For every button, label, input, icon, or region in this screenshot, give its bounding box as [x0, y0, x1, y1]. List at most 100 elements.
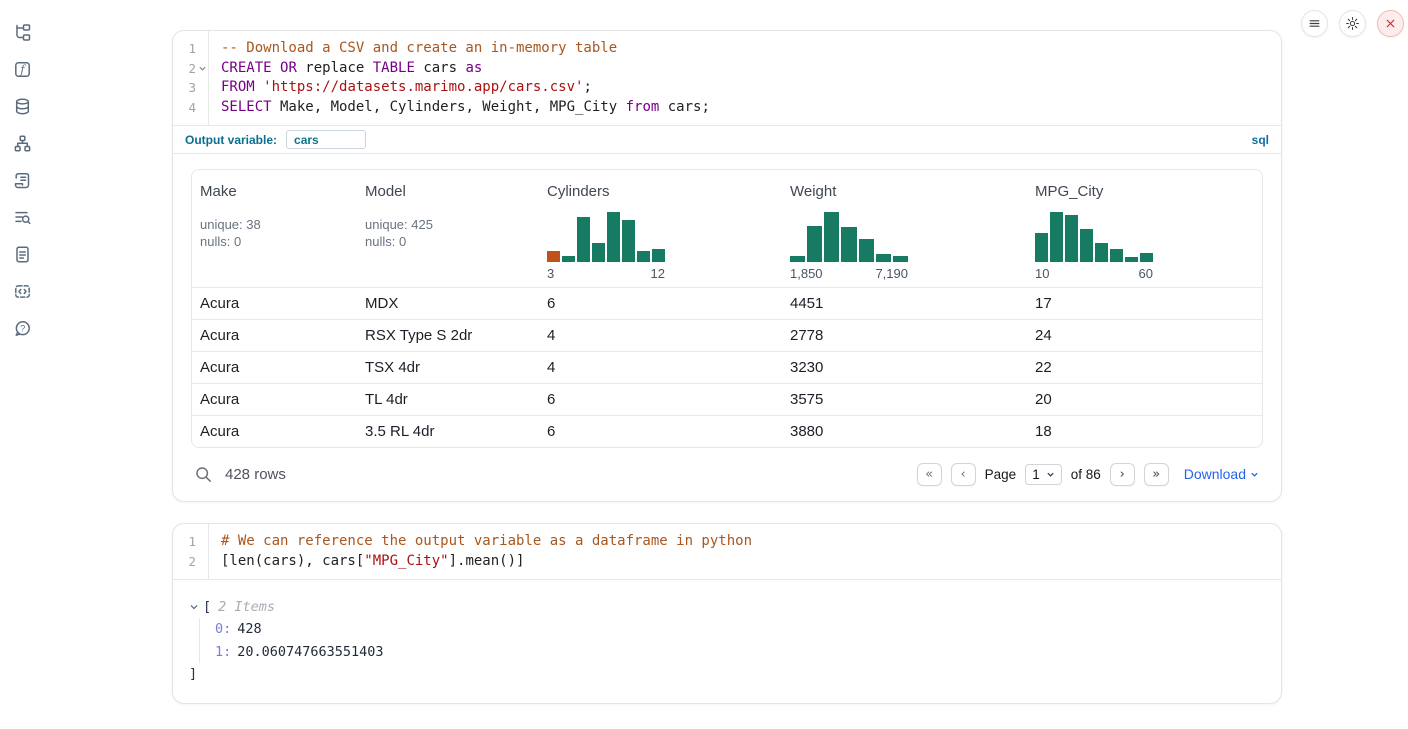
histogram-bar	[1035, 233, 1048, 262]
table-cell: TSX 4dr	[357, 352, 539, 383]
table-cell: Acura	[192, 352, 357, 383]
sidebar-file-tree-button[interactable]	[12, 22, 32, 42]
column-histogram: 312	[547, 209, 665, 281]
sidebar-snippets-button[interactable]	[12, 281, 32, 301]
table-cell: 24	[1027, 320, 1262, 351]
histogram-bar	[562, 256, 575, 262]
svg-text:?: ?	[20, 323, 25, 333]
python-cell-output: [ 2 Items 0:4281:20.060747663551403 ]	[173, 579, 1281, 703]
column-histogram: 1,8507,190	[790, 209, 908, 281]
column-header-cylinders[interactable]: Cylinders312	[539, 183, 782, 281]
sidebar-variables-button[interactable]: f	[12, 59, 32, 79]
python-code-editor[interactable]: 12 # We can reference the output variabl…	[173, 524, 1281, 579]
table-search-button[interactable]	[195, 466, 212, 483]
data-table: Make unique: 38nulls: 0Modelunique: 425nu…	[191, 169, 1263, 448]
histogram-bar	[824, 212, 839, 262]
line-number: 1	[173, 39, 208, 59]
histogram-bar	[1095, 243, 1108, 262]
tree-close-bracket: ]	[189, 663, 1265, 685]
output-variable-input[interactable]	[286, 130, 366, 149]
table-cell: 4	[539, 320, 782, 351]
sql-code-editor[interactable]: 1234 -- Download a CSV and create an in-…	[173, 31, 1281, 125]
list-search-icon	[13, 208, 32, 227]
histogram-bars	[790, 209, 908, 262]
previous-page-button[interactable]: ‹	[951, 463, 976, 486]
datasources-icon	[13, 97, 32, 116]
menu-button[interactable]	[1301, 10, 1328, 37]
sidebar-datasources-button[interactable]	[12, 96, 32, 116]
tree-entry: 1:20.060747663551403	[215, 641, 1265, 664]
column-header-mpg_city[interactable]: MPG_City1060	[1027, 183, 1262, 281]
table-cell: RSX Type S 2dr	[357, 320, 539, 351]
table-footer: 428 rows « ‹ Page 1 of 86 › » Download	[191, 461, 1263, 487]
column-name: Weight	[790, 183, 1019, 200]
svg-text:f: f	[19, 63, 26, 76]
page-label: Page	[985, 467, 1017, 482]
column-header-model[interactable]: Modelunique: 425nulls: 0	[357, 183, 539, 281]
column-header-make[interactable]: Make unique: 38nulls: 0	[192, 183, 357, 281]
sidebar-dependency-graph-button[interactable]	[12, 133, 32, 153]
histogram-bar	[893, 256, 908, 262]
python-cell: 12 # We can reference the output variabl…	[172, 523, 1282, 704]
sidebar-help-button[interactable]: ?	[12, 318, 32, 338]
documentation-icon	[13, 245, 32, 264]
column-stats: unique: 38nulls: 0	[200, 217, 349, 250]
settings-gear-icon	[1345, 16, 1360, 31]
histogram-bar	[1050, 212, 1063, 262]
histogram-bar	[547, 251, 560, 262]
tree-collapse-chevron-icon[interactable]	[189, 602, 199, 612]
table-cell: 3880	[782, 416, 1027, 447]
column-name: MPG_City	[1035, 183, 1254, 200]
tree-entry-value: 428	[237, 621, 261, 637]
table-row: Acura3.5 RL 4dr6388018	[192, 415, 1262, 447]
sidebar-documentation-button[interactable]	[12, 244, 32, 264]
dependency-graph-icon	[13, 134, 32, 153]
column-name: Make	[200, 183, 349, 200]
settings-button[interactable]	[1339, 10, 1366, 37]
histogram-axis-labels: 312	[547, 266, 665, 281]
histogram-bar	[807, 226, 822, 262]
python-code: # We can reference the output variable a…	[209, 524, 1281, 579]
histogram-bars	[1035, 209, 1153, 262]
logs-icon	[13, 171, 32, 190]
snippets-icon	[13, 282, 32, 301]
histogram-bar	[1140, 253, 1153, 262]
table-cell: 3.5 RL 4dr	[357, 416, 539, 447]
page-select[interactable]: 1	[1025, 464, 1062, 485]
table-row: AcuraMDX6445117	[192, 287, 1262, 319]
tree-entries: 0:4281:20.060747663551403	[199, 618, 1265, 663]
help-icon: ?	[13, 319, 32, 338]
sql-cell: 1234 -- Download a CSV and create an in-…	[172, 30, 1282, 502]
table-cell: Acura	[192, 288, 357, 319]
line-number: 2	[173, 59, 208, 79]
last-page-button[interactable]: »	[1144, 463, 1169, 486]
column-stats: unique: 425nulls: 0	[365, 217, 531, 250]
fold-chevron-icon[interactable]	[196, 64, 208, 73]
histogram-bar	[607, 212, 620, 262]
table-cell: 6	[539, 384, 782, 415]
shutdown-button[interactable]	[1377, 10, 1404, 37]
code-line: # We can reference the output variable a…	[221, 532, 1281, 552]
column-header-weight[interactable]: Weight 1,8507,190	[782, 183, 1027, 281]
sidebar-logs-button[interactable]	[12, 170, 32, 190]
output-variable-label: Output variable:	[185, 133, 277, 147]
table-cell: 6	[539, 288, 782, 319]
download-button[interactable]: Download	[1184, 466, 1259, 482]
next-page-button[interactable]: ›	[1110, 463, 1135, 486]
table-cell: 3230	[782, 352, 1027, 383]
sidebar-list-search-button[interactable]	[12, 207, 32, 227]
line-number: 1	[173, 532, 208, 552]
chevron-down-icon	[1250, 470, 1259, 479]
tree-entry-value: 20.060747663551403	[237, 644, 383, 660]
table-cell: 6	[539, 416, 782, 447]
table-row: AcuraRSX Type S 2dr4277824	[192, 319, 1262, 351]
tree-entry: 0:428	[215, 618, 1265, 641]
shutdown-x-icon	[1384, 17, 1397, 30]
table-cell: Acura	[192, 416, 357, 447]
histogram-bar	[652, 249, 665, 262]
menu-icon	[1308, 17, 1321, 30]
first-page-button[interactable]: «	[917, 463, 942, 486]
line-number: 2	[173, 552, 208, 572]
sql-code: -- Download a CSV and create an in-memor…	[209, 31, 1281, 125]
table-cell: 3575	[782, 384, 1027, 415]
